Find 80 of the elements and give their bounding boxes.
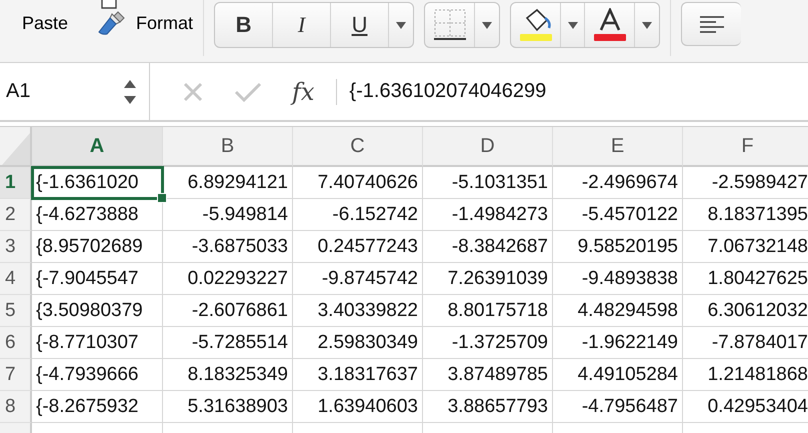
table-cell: 0.42953404 — [683, 391, 808, 423]
row-header[interactable]: 6 — [0, 327, 32, 359]
table-cell: -7.8784017 — [683, 327, 808, 359]
table-cell: 0.02293227 — [163, 263, 293, 295]
font-style-button[interactable]: B — [215, 3, 274, 47]
table-cell: -3.6875033 — [163, 231, 293, 263]
paintbrush-icon — [96, 10, 126, 36]
stepper-icon[interactable] — [123, 78, 137, 104]
table-cell: -8.3842687 — [423, 231, 553, 263]
insert-function-button[interactable]: fx — [292, 78, 314, 106]
table-cell: -1.3725709 — [423, 327, 553, 359]
align-left-icon — [700, 15, 724, 33]
align-left-button[interactable] — [681, 2, 742, 46]
column-header[interactable]: D — [423, 127, 553, 167]
column-header[interactable]: B — [163, 127, 293, 167]
table-cell: 3.40339822 — [293, 295, 423, 327]
row-header[interactable]: 1 — [0, 167, 32, 199]
table-cell: {3.50980379 — [32, 295, 163, 327]
column-header[interactable]: F — [683, 127, 808, 167]
row-header[interactable]: 7 — [0, 359, 32, 391]
table-cell: {-4.6273888 — [32, 199, 163, 231]
table-cell: 6.89294121 — [163, 167, 293, 199]
format-painter-button[interactable]: Format — [96, 10, 194, 36]
table-cell: {-7.9045547 — [32, 263, 163, 295]
table-cell: {-8.2675932 — [32, 391, 163, 423]
column-header[interactable]: A — [32, 127, 163, 167]
column-header[interactable]: C — [293, 127, 423, 167]
table-cell: -9.4893838 — [553, 263, 683, 295]
checkmark-icon[interactable] — [234, 80, 262, 102]
caret-icon — [396, 22, 406, 28]
font-style-button[interactable]: I — [273, 3, 332, 47]
table-cell: 1.21481868 — [683, 359, 808, 391]
table-cell: -5.4570122 — [553, 199, 683, 231]
row-header[interactable]: 3 — [0, 231, 32, 263]
table-cell: {-4.7939666 — [32, 359, 163, 391]
table-cell: {-8.7710307 — [32, 327, 163, 359]
table-cell: {8.95702689 — [32, 231, 163, 263]
table-cell: 8.18325349 — [163, 359, 293, 391]
table-cell: -9.8745742 — [293, 263, 423, 295]
row-header[interactable]: 2 — [0, 199, 32, 231]
row-header[interactable]: 5 — [0, 295, 32, 327]
font-style-button[interactable]: U — [331, 3, 390, 47]
column-header[interactable]: E — [553, 127, 683, 167]
table-cell: 7.06732148 — [683, 231, 808, 263]
table-cell: 5.31638903 — [163, 391, 293, 423]
table-cell: 8.80175718 — [423, 295, 553, 327]
table-cell: 1.80427625 — [683, 263, 808, 295]
table-cell: 8.18371395 — [683, 199, 808, 231]
table-cell: 9.58520195 — [553, 231, 683, 263]
table-cell: 4.48294598 — [553, 295, 683, 327]
table-cell: -2.5989427 — [683, 167, 808, 199]
table-cell: 3.18317637 — [293, 359, 423, 391]
table-cell: 7.26391039 — [423, 263, 553, 295]
table-cell: -2.4969674 — [553, 167, 683, 199]
table-cell: 6.30612032 — [683, 295, 808, 327]
row-header[interactable]: 8 — [0, 391, 32, 423]
table-cell: -5.949814 — [163, 199, 293, 231]
table-cell: 3.88657793 — [423, 391, 553, 423]
caret-icon — [642, 22, 652, 28]
caret-icon — [568, 22, 578, 28]
caret-icon — [482, 22, 492, 28]
table-cell: 1.63940603 — [293, 391, 423, 423]
row-header[interactable]: 4 — [0, 263, 32, 295]
table-cell: 4.49105284 — [553, 359, 683, 391]
table-cell: -5.7285514 — [163, 327, 293, 359]
name-box[interactable]: A1 — [0, 63, 150, 120]
table-cell: 0.24577243 — [293, 231, 423, 263]
table-cell: -2.6076861 — [163, 295, 293, 327]
table-cell: 7.40740626 — [293, 167, 423, 199]
paste-button[interactable]: Paste — [0, 0, 78, 36]
table-cell: 3.87489785 — [423, 359, 553, 391]
table-cell: -6.152742 — [293, 199, 423, 231]
table-cell: -1.9622149 — [553, 327, 683, 359]
table-cell: -1.4984273 — [423, 199, 553, 231]
fill-handle[interactable] — [157, 193, 167, 203]
table-cell: {-1.6361020 — [32, 167, 163, 199]
formula-field[interactable]: {-1.636102074046299 — [349, 80, 546, 103]
table-cell: 2.59830349 — [293, 327, 423, 359]
table-cell: -4.7956487 — [553, 391, 683, 423]
table-cell: -5.1031351 — [423, 167, 553, 199]
